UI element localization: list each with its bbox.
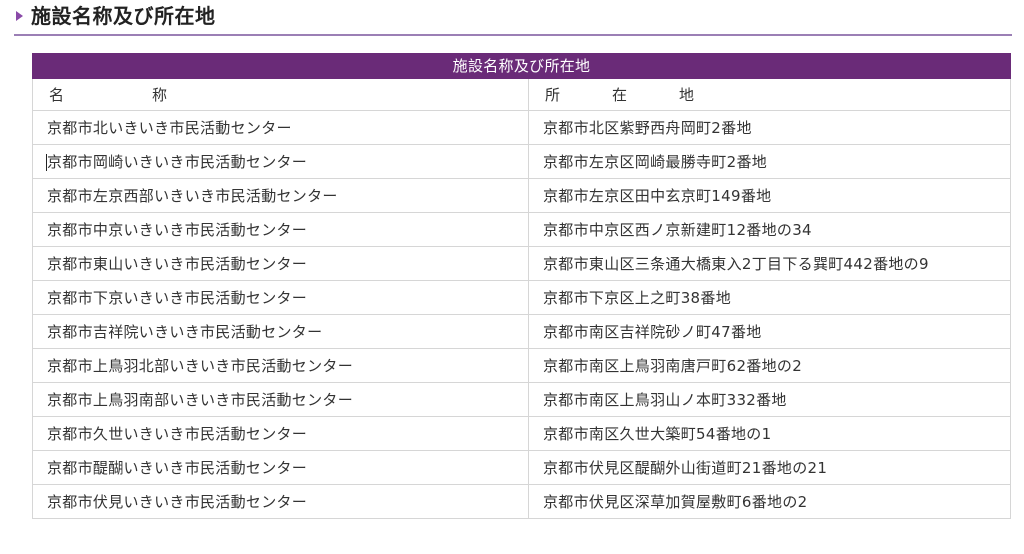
- table-row: 京都市醍醐いきいき市民活動センター 京都市伏見区醍醐外山街道町21番地の21: [32, 450, 1012, 485]
- table-row: 京都市上鳥羽北部いきいき市民活動センター 京都市南区上鳥羽南唐戸町62番地の2: [32, 348, 1012, 383]
- header-address-char-1: 所: [545, 86, 561, 104]
- table-caption: 施設名称及び所在地: [31, 53, 1012, 79]
- table-row: 京都市岡崎いきいき市民活動センター 京都市左京区岡崎最勝寺町2番地: [32, 144, 1012, 179]
- facility-address-cell: 京都市左京区岡崎最勝寺町2番地: [527, 144, 1012, 179]
- facility-address-cell: 京都市北区紫野西舟岡町2番地: [527, 110, 1012, 145]
- table-row: 京都市上鳥羽南部いきいき市民活動センター 京都市南区上鳥羽山ノ本町332番地: [32, 382, 1012, 417]
- header-name-char-2: 称: [152, 86, 168, 104]
- facility-address: 京都市伏見区醍醐外山街道町21番地の21: [543, 459, 828, 477]
- header-address-char-3: 地: [679, 86, 695, 104]
- table-header-row: 名称 所在地: [32, 78, 1012, 111]
- table-row: 京都市東山いきいき市民活動センター 京都市東山区三条通大橋東入2丁目下る巽町442…: [32, 246, 1012, 281]
- facility-address: 京都市左京区田中玄京町149番地: [543, 187, 772, 205]
- facility-name: 京都市左京西部いきいき市民活動センター: [47, 187, 338, 205]
- facility-name: 京都市下京いきいき市民活動センター: [47, 289, 308, 307]
- facility-address-cell: 京都市伏見区深草加賀屋敷町6番地の2: [527, 484, 1012, 519]
- facility-name: 京都市久世いきいき市民活動センター: [47, 425, 308, 443]
- header-name-char-1: 名: [49, 86, 65, 104]
- facility-address-cell: 京都市南区上鳥羽南唐戸町62番地の2: [527, 348, 1012, 383]
- facility-address: 京都市伏見区深草加賀屋敷町6番地の2: [543, 493, 808, 511]
- facility-address: 京都市東山区三条通大橋東入2丁目下る巽町442番地の9: [543, 255, 929, 273]
- facility-address: 京都市左京区岡崎最勝寺町2番地: [543, 153, 768, 171]
- facility-address: 京都市南区上鳥羽南唐戸町62番地の2: [543, 357, 803, 375]
- facility-address: 京都市南区上鳥羽山ノ本町332番地: [543, 391, 787, 409]
- facility-name: 京都市上鳥羽南部いきいき市民活動センター: [47, 391, 354, 409]
- triangle-marker-icon: [16, 11, 23, 21]
- facility-address-cell: 京都市東山区三条通大橋東入2丁目下る巽町442番地の9: [527, 246, 1012, 281]
- facility-name: 京都市醍醐いきいき市民活動センター: [47, 459, 308, 477]
- facility-address-cell: 京都市伏見区醍醐外山街道町21番地の21: [527, 450, 1012, 485]
- facility-name-cell: 京都市左京西部いきいき市民活動センター: [32, 178, 529, 213]
- facility-address: 京都市南区久世大築町54番地の1: [543, 425, 772, 443]
- facility-name-cell: 京都市岡崎いきいき市民活動センター: [32, 144, 529, 179]
- facility-address: 京都市南区吉祥院砂ノ町47番地: [543, 323, 762, 341]
- facility-name: 京都市中京いきいき市民活動センター: [47, 221, 308, 239]
- table-row: 京都市下京いきいき市民活動センター 京都市下京区上之町38番地: [32, 280, 1012, 315]
- facility-address-cell: 京都市左京区田中玄京町149番地: [527, 178, 1012, 213]
- facility-address-cell: 京都市南区上鳥羽山ノ本町332番地: [527, 382, 1012, 417]
- table-row: 京都市吉祥院いきいき市民活動センター 京都市南区吉祥院砂ノ町47番地: [32, 314, 1012, 349]
- facility-address: 京都市中京区西ノ京新建町12番地の34: [543, 221, 812, 239]
- facility-address-cell: 京都市南区吉祥院砂ノ町47番地: [527, 314, 1012, 349]
- facility-name-cell: 京都市伏見いきいき市民活動センター: [32, 484, 529, 519]
- facility-name-cell: 京都市下京いきいき市民活動センター: [32, 280, 529, 315]
- table-row: 京都市北いきいき市民活動センター 京都市北区紫野西舟岡町2番地: [32, 110, 1012, 145]
- facility-name-cell: 京都市吉祥院いきいき市民活動センター: [32, 314, 529, 349]
- facility-name-cell: 京都市中京いきいき市民活動センター: [32, 212, 529, 247]
- facility-address: 京都市北区紫野西舟岡町2番地: [543, 119, 752, 137]
- header-name: 名称: [32, 78, 529, 111]
- table-row: 京都市左京西部いきいき市民活動センター 京都市左京区田中玄京町149番地: [32, 178, 1012, 213]
- header-address-char-2: 在: [612, 86, 628, 104]
- facility-name: 京都市北いきいき市民活動センター: [47, 119, 292, 137]
- section-heading: 施設名称及び所在地: [14, 0, 1012, 36]
- facility-name: 京都市上鳥羽北部いきいき市民活動センター: [47, 357, 354, 375]
- facility-name-cell: 京都市上鳥羽北部いきいき市民活動センター: [32, 348, 529, 383]
- facility-name-cell: 京都市上鳥羽南部いきいき市民活動センター: [32, 382, 529, 417]
- table-row: 京都市伏見いきいき市民活動センター 京都市伏見区深草加賀屋敷町6番地の2: [32, 484, 1012, 519]
- table-row: 京都市中京いきいき市民活動センター 京都市中京区西ノ京新建町12番地の34: [32, 212, 1012, 247]
- facility-address: 京都市下京区上之町38番地: [543, 289, 731, 307]
- facility-name-cell: 京都市東山いきいき市民活動センター: [32, 246, 529, 281]
- facility-table: 施設名称及び所在地 名称 所在地 京都市北いきいき市民活動センター 京都市北区紫野…: [31, 53, 1012, 519]
- facility-table-container: 施設名称及び所在地 名称 所在地 京都市北いきいき市民活動センター 京都市北区紫野…: [31, 53, 1012, 519]
- facility-name-cell: 京都市久世いきいき市民活動センター: [32, 416, 529, 451]
- page-title: 施設名称及び所在地: [31, 4, 216, 28]
- facility-name-cell: 京都市醍醐いきいき市民活動センター: [32, 450, 529, 485]
- facility-name: 京都市岡崎いきいき市民活動センター: [47, 153, 308, 171]
- table-row: 京都市久世いきいき市民活動センター 京都市南区久世大築町54番地の1: [32, 416, 1012, 451]
- facility-name: 京都市吉祥院いきいき市民活動センター: [47, 323, 323, 341]
- facility-address-cell: 京都市下京区上之町38番地: [527, 280, 1012, 315]
- table-caption-row: 施設名称及び所在地: [31, 53, 1012, 79]
- facility-address-cell: 京都市中京区西ノ京新建町12番地の34: [527, 212, 1012, 247]
- header-address: 所在地: [527, 78, 1012, 111]
- facility-name-cell: 京都市北いきいき市民活動センター: [32, 110, 529, 145]
- facility-name: 京都市伏見いきいき市民活動センター: [47, 493, 308, 511]
- facility-address-cell: 京都市南区久世大築町54番地の1: [527, 416, 1012, 451]
- facility-name: 京都市東山いきいき市民活動センター: [47, 255, 308, 273]
